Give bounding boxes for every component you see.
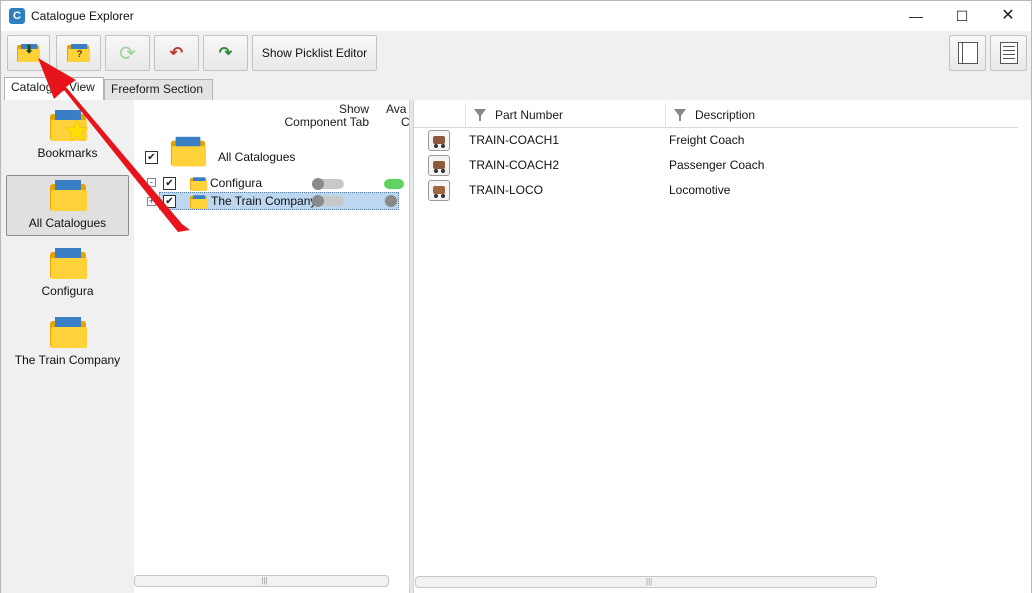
panel-layout-button[interactable] — [949, 35, 986, 71]
window-title: Catalogue Explorer — [31, 9, 134, 23]
sidebar-item-label: The Train Company — [14, 353, 121, 367]
undo-button[interactable]: ↶ — [154, 35, 199, 71]
sidebar-item-bookmarks[interactable]: ★ Bookmarks — [6, 106, 129, 167]
redo-icon: ↷ — [218, 45, 233, 62]
tree-node-the-train-company[interactable]: The Train Company — [211, 194, 316, 208]
tab-catalogue-view[interactable]: Catalogue View — [4, 77, 104, 101]
list-view-icon — [999, 42, 1018, 64]
cell-description: Freight Coach — [669, 133, 745, 147]
locomotive-icon — [428, 180, 450, 201]
catalogue-sidebar: ★ Bookmarks All Catalogues Configura The… — [0, 100, 134, 593]
column-header-label: Part Number — [495, 108, 564, 122]
show-tab-toggle-configura[interactable] — [312, 178, 344, 190]
show-tab-toggle-the-train-company[interactable] — [312, 195, 344, 207]
table-row[interactable]: TRAIN-COACH2 Passenger Coach — [414, 153, 1018, 178]
import-catalogue-button[interactable]: ⬇ — [7, 35, 50, 71]
minimize-button[interactable]: — — [893, 1, 939, 31]
cell-description: Passenger Coach — [669, 158, 765, 172]
cell-description: Locomotive — [669, 183, 731, 197]
close-button[interactable]: ✕ — [985, 1, 1031, 31]
scroll-grip: ||| — [261, 576, 268, 585]
checkbox-the-train-company[interactable]: ✔ — [163, 195, 176, 208]
checkbox-all-catalogues[interactable]: ✔ — [145, 151, 158, 164]
show-picklist-editor-button[interactable]: Show Picklist Editor — [252, 35, 377, 71]
tab-freeform-section[interactable]: Freeform Section — [104, 79, 213, 100]
title-bar: C Catalogue Explorer — ☐ ✕ — [0, 0, 1032, 31]
header-line: C — [401, 115, 410, 129]
folder-icon — [190, 177, 208, 192]
list-view-button[interactable] — [990, 35, 1027, 71]
scroll-grip: ||| — [646, 577, 653, 586]
grid-horizontal-scrollbar[interactable]: ||| — [415, 576, 877, 588]
cell-part-number: TRAIN-COACH1 — [469, 133, 560, 147]
catalogue-tree: Show Component Tab Ava C ✔ All Catalogue… — [134, 100, 410, 593]
header-line: Component Tab — [284, 115, 369, 129]
available-toggle-the-train-company[interactable] — [384, 195, 398, 207]
refresh-icon: ⟳ — [119, 42, 136, 65]
sidebar-item-label: All Catalogues — [28, 216, 107, 230]
tree-node-all-catalogues[interactable]: All Catalogues — [218, 150, 295, 164]
toolbar: ⬇ ? ⟳ ↶ ↷ Show Picklist Editor — [0, 31, 1032, 76]
sidebar-item-configura[interactable]: Configura — [6, 244, 129, 305]
checkbox-configura[interactable]: ✔ — [163, 177, 176, 190]
bookmarks-folder-icon: ★ — [48, 110, 90, 148]
column-header-description[interactable]: Description — [665, 103, 1018, 128]
filter-icon-stem — [479, 116, 481, 121]
folder-icon — [169, 136, 207, 167]
tree-expander-expand[interactable]: + — [147, 197, 156, 206]
maximize-button[interactable]: ☐ — [939, 1, 985, 31]
tree-horizontal-scrollbar[interactable]: ||| — [134, 575, 389, 587]
tree-expander-collapse[interactable]: - — [147, 178, 156, 187]
show-picklist-editor-label: Show Picklist Editor — [261, 46, 368, 60]
sidebar-item-all-catalogues[interactable]: All Catalogues — [6, 175, 129, 236]
folder-icon — [190, 195, 208, 210]
folder-icon — [48, 317, 88, 349]
tree-node-configura[interactable]: Configura — [210, 176, 262, 190]
filter-icon-stem — [679, 116, 681, 121]
available-toggle-configura[interactable] — [384, 179, 404, 189]
panel-layout-icon — [957, 42, 978, 64]
table-row[interactable]: TRAIN-COACH1 Freight Coach — [414, 128, 1018, 153]
column-header-part-number[interactable]: Part Number — [465, 103, 665, 128]
grid-vertical-scrollbar[interactable] — [1017, 128, 1031, 593]
available-header: Ava C — [386, 103, 410, 129]
tab-strip: Catalogue View Freeform Section — [0, 76, 1032, 101]
undo-icon: ↶ — [169, 45, 184, 62]
grid-header: Part Number Description — [414, 103, 1018, 128]
catalogue-info-button[interactable]: ? — [56, 35, 101, 71]
refresh-button[interactable]: ⟳ — [105, 35, 150, 71]
folder-icon — [48, 248, 88, 280]
train-coach-icon — [428, 130, 450, 151]
catalogue-info-icon: ? — [66, 43, 91, 63]
folder-icon — [48, 180, 88, 212]
train-coach-icon — [428, 155, 450, 176]
column-header-label: Description — [695, 108, 756, 122]
import-catalogue-icon: ⬇ — [16, 43, 41, 63]
sidebar-item-the-train-company[interactable]: The Train Company — [6, 313, 129, 374]
show-component-tab-header: Show Component Tab — [284, 103, 369, 129]
sidebar-item-label: Configura — [41, 284, 94, 298]
cell-part-number: TRAIN-COACH2 — [469, 158, 560, 172]
cell-part-number: TRAIN-LOCO — [469, 183, 544, 197]
table-row[interactable]: TRAIN-LOCO Locomotive — [414, 178, 1018, 203]
app-logo-icon: C — [9, 8, 25, 24]
parts-grid: Part Number Description TRAIN-COACH1 Fre… — [414, 100, 1032, 593]
redo-button[interactable]: ↷ — [203, 35, 248, 71]
